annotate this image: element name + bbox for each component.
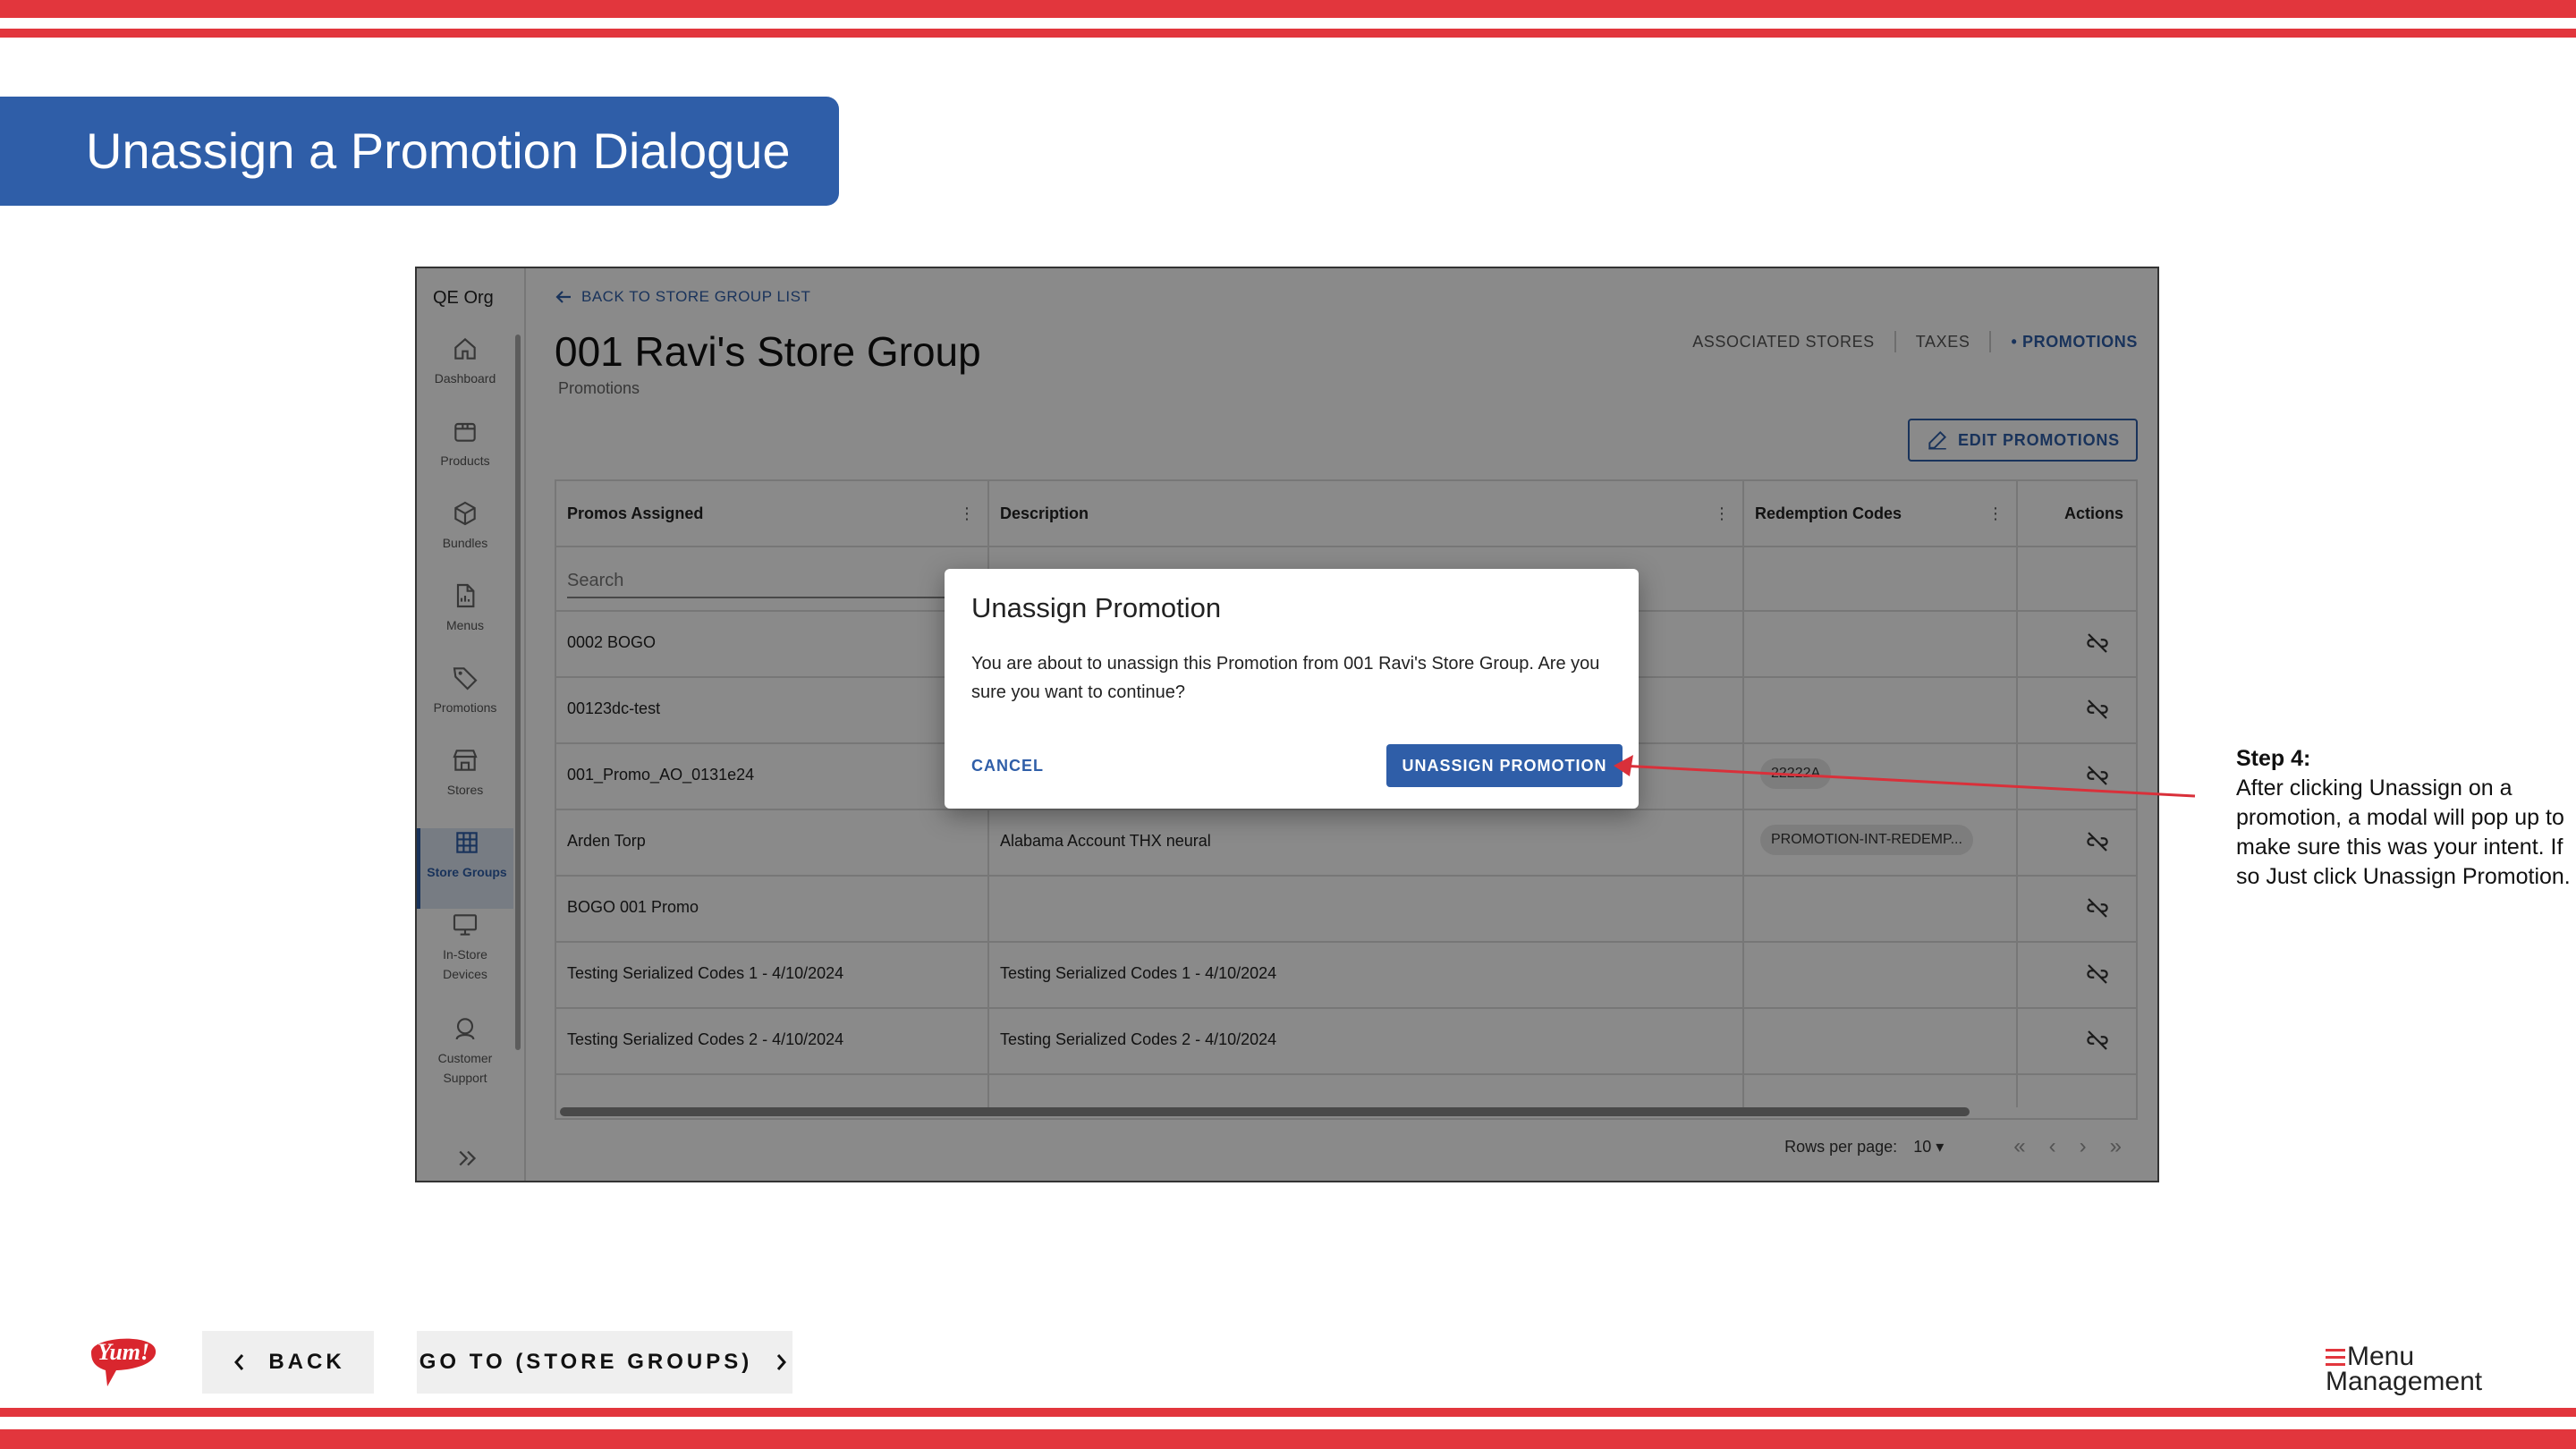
title-banner: Unassign a Promotion Dialogue bbox=[0, 97, 839, 206]
brand-line-2: Management bbox=[2326, 1367, 2483, 1396]
cancel-button[interactable]: CANCEL bbox=[971, 757, 1044, 775]
step-title: Step 4: bbox=[2236, 746, 2311, 771]
step-annotation: Step 4: After clicking Unassign on a pro… bbox=[2236, 744, 2576, 892]
modal-message: You are about to unassign this Promotion… bbox=[971, 654, 1600, 702]
yum-logo-text: Yum! bbox=[97, 1339, 149, 1365]
top-stripe-thin bbox=[0, 29, 2576, 38]
next-button-label: GO TO (STORE GROUPS) bbox=[419, 1350, 753, 1374]
chevron-right-icon bbox=[777, 1354, 787, 1370]
go-to-store-groups-button[interactable]: GO TO (STORE GROUPS) bbox=[417, 1331, 792, 1394]
top-stripe bbox=[0, 0, 2576, 18]
slide-title: Unassign a Promotion Dialogue bbox=[86, 123, 791, 179]
back-button-label: BACK bbox=[268, 1350, 345, 1374]
modal-title: Unassign Promotion bbox=[971, 592, 1222, 623]
bottom-stripe bbox=[0, 1429, 2576, 1449]
slide: Unassign a Promotion Dialogue QE Org Das… bbox=[0, 0, 2576, 1449]
unassign-promotion-modal: Unassign Promotion You are about to unas… bbox=[945, 569, 1639, 809]
bottom-stripe-thin bbox=[0, 1408, 2576, 1417]
back-button[interactable]: BACK bbox=[202, 1331, 374, 1394]
step-text: After clicking Unassign on a promotion, … bbox=[2236, 775, 2571, 889]
app-screenshot: QE Org Dashboard Products Bundles Menus bbox=[415, 267, 2159, 1182]
yum-logo: Yum! bbox=[91, 1338, 157, 1386]
chevron-left-icon bbox=[234, 1354, 244, 1370]
menu-management-logo: Menu Management bbox=[2326, 1342, 2496, 1396]
unassign-promotion-button[interactable]: UNASSIGN PROMOTION bbox=[1386, 744, 1623, 787]
